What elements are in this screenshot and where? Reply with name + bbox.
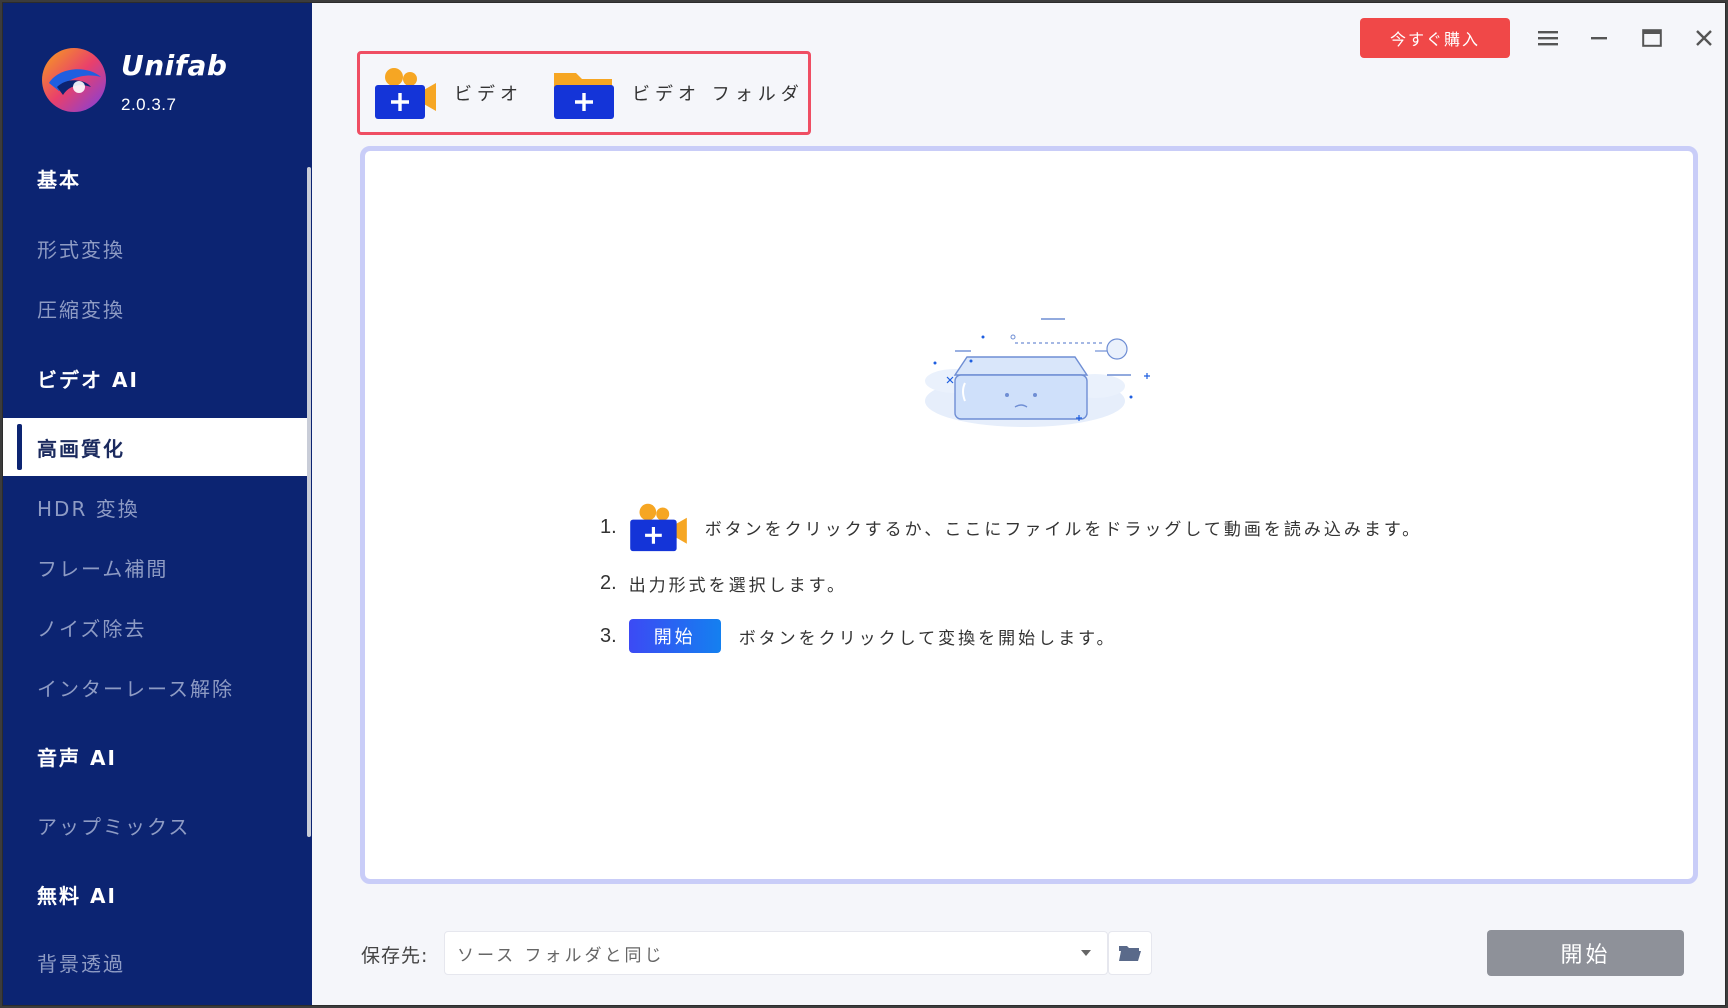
sidebar-item-format-convert[interactable]: 形式変換	[3, 219, 309, 277]
sidebar: Unifab 2.0.3.7 基本 形式変換 圧縮変換 ビデオ AI 高画質化 …	[3, 3, 312, 1005]
save-location-value: ソース フォルダと同じ	[457, 945, 665, 966]
start-button[interactable]: 開始	[1487, 930, 1684, 976]
app-name: Unifab	[121, 49, 228, 82]
save-location-select[interactable]: ソース フォルダと同じ	[444, 931, 1108, 975]
chevron-down-icon	[1081, 950, 1091, 956]
step-1-number: 1.	[600, 515, 617, 538]
folder-icon	[1119, 946, 1141, 961]
sidebar-section-free-ai: 無料 AI	[37, 883, 117, 908]
instruction-step-3: 3. 開始 ボタンをクリックして変換を開始します。	[600, 619, 1116, 653]
step-2-number: 2.	[600, 572, 617, 594]
sidebar-item-upscale[interactable]: 高画質化	[3, 418, 309, 476]
sidebar-item-denoise[interactable]: ノイズ除去	[3, 598, 309, 656]
add-folder-label: ビデオ フォルダ	[632, 84, 804, 105]
empty-box-illustration	[895, 311, 1165, 441]
instruction-step-2: 2. 出力形式を選択します。	[600, 571, 847, 596]
step-1-text: ボタンをクリックするか、ここにファイルをドラッグして動画を読み込みます。	[704, 519, 1423, 540]
app-version: 2.0.3.7	[121, 95, 177, 114]
app-logo	[41, 47, 107, 113]
save-location-label: 保存先:	[361, 945, 429, 967]
buy-now-button[interactable]: 今すぐ購入	[1360, 18, 1510, 58]
step-3-number: 3.	[600, 624, 617, 647]
minimize-icon[interactable]	[1584, 23, 1614, 53]
add-video-button[interactable]: ビデオ	[374, 54, 523, 132]
add-video-label: ビデオ	[454, 84, 523, 105]
start-button-sample: 開始	[628, 619, 721, 653]
close-icon[interactable]	[1689, 23, 1719, 53]
instruction-step-1: 1. ボタンをクリックするか、ここにファイルをドラッグして動画を読み込みます。	[600, 501, 1422, 553]
browse-folder-button[interactable]	[1108, 931, 1152, 975]
step-3-text: ボタンをクリックして変換を開始します。	[738, 628, 1117, 649]
sidebar-section-video-ai: ビデオ AI	[37, 367, 139, 392]
sidebar-scrollbar[interactable]	[307, 167, 311, 837]
sidebar-item-upmix[interactable]: アップミックス	[3, 796, 309, 854]
sidebar-section-basic: 基本	[37, 167, 81, 192]
step-2-text: 出力形式を選択します。	[628, 576, 847, 596]
add-folder-button[interactable]: ビデオ フォルダ	[552, 54, 804, 132]
sidebar-section-audio-ai: 音声 AI	[37, 745, 117, 770]
add-video-icon	[375, 68, 436, 119]
maximize-icon[interactable]	[1637, 23, 1667, 53]
sidebar-item-hdr[interactable]: HDR 変換	[3, 478, 309, 536]
sidebar-item-bg-remove[interactable]: 背景透過	[3, 933, 309, 991]
sidebar-item-compress[interactable]: 圧縮変換	[3, 279, 309, 337]
add-toolbar: ビデオ ビデオ フォルダ	[357, 51, 811, 135]
file-drop-zone[interactable]: 1. ボタンをクリックするか、ここにファイルをドラッグして動画を読み込みます。 …	[360, 146, 1698, 884]
sidebar-item-deinterlace[interactable]: インターレース解除	[3, 658, 309, 716]
app-window: Unifab 2.0.3.7 基本 形式変換 圧縮変換 ビデオ AI 高画質化 …	[2, 2, 1726, 1006]
add-video-icon	[629, 503, 687, 552]
menu-icon[interactable]	[1533, 23, 1563, 53]
add-folder-icon	[554, 73, 614, 119]
sidebar-item-frame-interp[interactable]: フレーム補間	[3, 538, 309, 596]
